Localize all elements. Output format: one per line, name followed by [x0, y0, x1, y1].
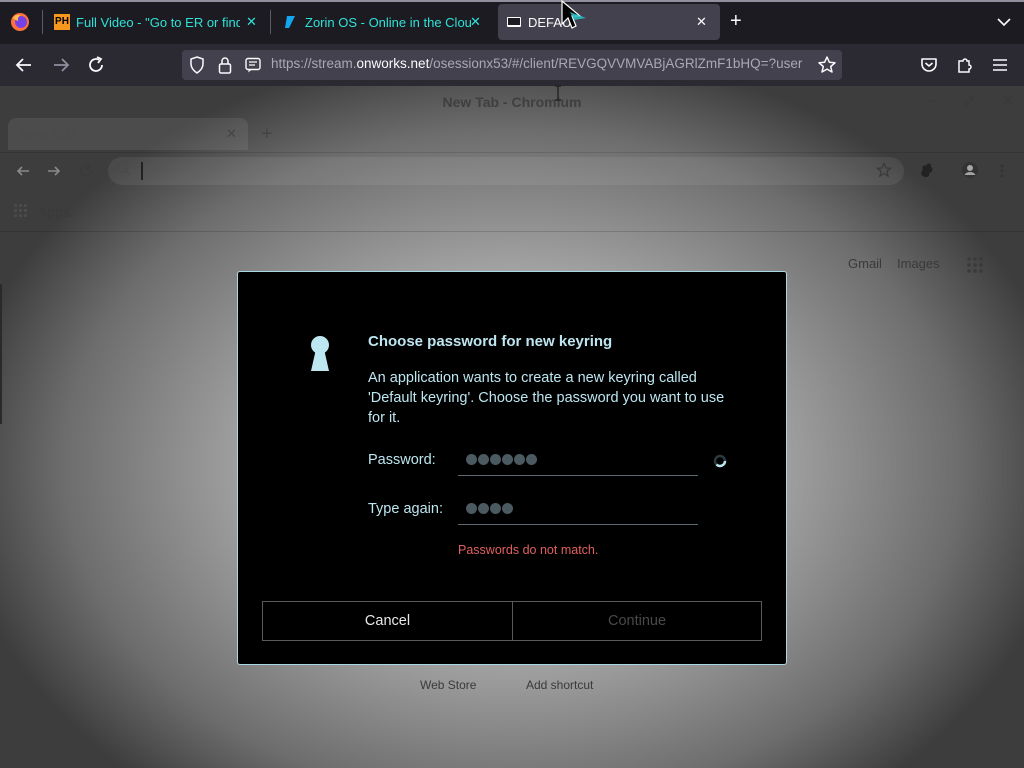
chromium-bookmarks-bar	[0, 190, 1024, 232]
continue-button[interactable]: Continue	[512, 601, 762, 641]
mouse-cursor-icon	[561, 0, 586, 29]
google-apps-icon[interactable]	[966, 256, 984, 274]
chevron-down-icon[interactable]	[996, 14, 1012, 30]
zorin-icon	[285, 16, 295, 28]
new-tab-button[interactable]: +	[730, 11, 742, 31]
minimize-icon[interactable]	[925, 94, 939, 108]
close-icon[interactable]	[1001, 94, 1015, 108]
password-dot	[466, 454, 477, 465]
tab-title: Zorin OS - Online in the Cloud	[305, 14, 471, 30]
chromium-window-title: New Tab - Chromium	[442, 94, 582, 110]
tab-title: Full Video - "Go to ER or find sc	[76, 14, 240, 30]
images-link[interactable]: Images	[897, 256, 940, 271]
confirm-password-dots	[466, 503, 513, 514]
bookmark-star-icon[interactable]	[876, 162, 892, 178]
window-edge	[0, 284, 2, 424]
password-dot	[514, 454, 525, 465]
firefox-tab-zorin[interactable]: Zorin OS - Online in the Cloud ✕	[283, 4, 483, 40]
terminal-icon	[507, 17, 521, 27]
tab-separator	[42, 10, 43, 34]
keyhole-icon	[311, 336, 329, 371]
tab-close-icon[interactable]: ✕	[696, 14, 707, 30]
firefox-logo-icon[interactable]	[10, 12, 30, 32]
tab-close-icon[interactable]: ✕	[246, 14, 257, 30]
dialog-title: Choose password for new keyring	[368, 333, 613, 350]
spinner-icon	[713, 454, 727, 468]
url-prefix: https://stream.	[271, 56, 357, 71]
forward-arrow-icon[interactable]	[45, 162, 63, 180]
url-path: /osessionx53/#/client/REVGQVVMVABjAGRlZm…	[429, 56, 803, 71]
tab-close-icon[interactable]: ✕	[470, 14, 481, 30]
chromium-tab-title: New Tab	[20, 126, 75, 142]
chromium-omnibox[interactable]	[108, 157, 904, 185]
page-info-icon[interactable]	[245, 57, 261, 73]
tab-bar-top-line	[0, 0, 1024, 2]
firefox-tab-bar: PH Full Video - "Go to ER or find sc ✕ Z…	[0, 0, 1024, 44]
dialog-message: An application wants to create a new key…	[368, 370, 725, 426]
apps-grid-icon[interactable]	[14, 204, 28, 218]
chromium-titlebar: New Tab - Chromium	[0, 86, 1024, 118]
password-dot	[490, 454, 501, 465]
password-label: Password:	[368, 452, 436, 468]
add-shortcut[interactable]: Add shortcut	[526, 678, 593, 692]
kebab-menu-icon[interactable]	[995, 162, 1009, 180]
firefox-tab-ph[interactable]: PH Full Video - "Go to ER or find sc ✕	[54, 4, 264, 40]
password-mismatch-error: Passwords do not match.	[458, 543, 599, 557]
back-arrow-icon[interactable]	[13, 54, 35, 76]
password-dot	[478, 454, 489, 465]
password-dots	[466, 454, 537, 465]
password-dot	[466, 503, 477, 514]
bookmarks-apps-label[interactable]: Apps	[38, 204, 70, 220]
text-cursor-icon	[555, 85, 561, 101]
text-caret	[141, 162, 143, 180]
cancel-button[interactable]: Cancel	[262, 601, 513, 641]
gmail-link[interactable]: Gmail	[848, 256, 882, 271]
restore-icon[interactable]	[962, 94, 976, 108]
ph-favicon-icon: PH	[54, 14, 70, 30]
password-dot	[502, 503, 513, 514]
reload-icon[interactable]	[85, 54, 107, 76]
chromium-new-tab-button[interactable]: +	[261, 123, 273, 146]
bookmark-star-icon[interactable]	[817, 55, 837, 75]
firefox-tab-active[interactable]: DEFAU ✕	[498, 4, 720, 40]
url-text[interactable]: https://stream.onworks.net/osessionx53/#…	[271, 56, 809, 71]
back-arrow-icon[interactable]	[14, 162, 32, 180]
reload-icon[interactable]	[77, 162, 95, 180]
forward-arrow-icon[interactable]	[50, 54, 72, 76]
password-dot	[502, 454, 513, 465]
password-field[interactable]	[458, 450, 698, 476]
chromium-tab-close-icon[interactable]: ✕	[226, 126, 237, 142]
web-store-shortcut[interactable]: Web Store	[420, 678, 476, 692]
search-icon	[118, 163, 131, 176]
confirm-password-field[interactable]	[458, 499, 698, 525]
shield-icon[interactable]	[189, 56, 205, 74]
extensions-icon[interactable]	[955, 55, 975, 75]
hamburger-menu-icon[interactable]	[991, 56, 1009, 74]
url-host: onworks.net	[356, 56, 430, 71]
gnome-extension-icon[interactable]	[917, 161, 935, 179]
password-dot	[526, 454, 537, 465]
type-again-label: Type again:	[368, 501, 443, 517]
profile-avatar-icon[interactable]	[961, 161, 979, 179]
tab-separator	[270, 10, 271, 34]
lock-icon[interactable]	[218, 56, 232, 74]
password-dot	[490, 503, 501, 514]
pocket-icon[interactable]	[919, 55, 939, 75]
password-dot	[478, 503, 489, 514]
